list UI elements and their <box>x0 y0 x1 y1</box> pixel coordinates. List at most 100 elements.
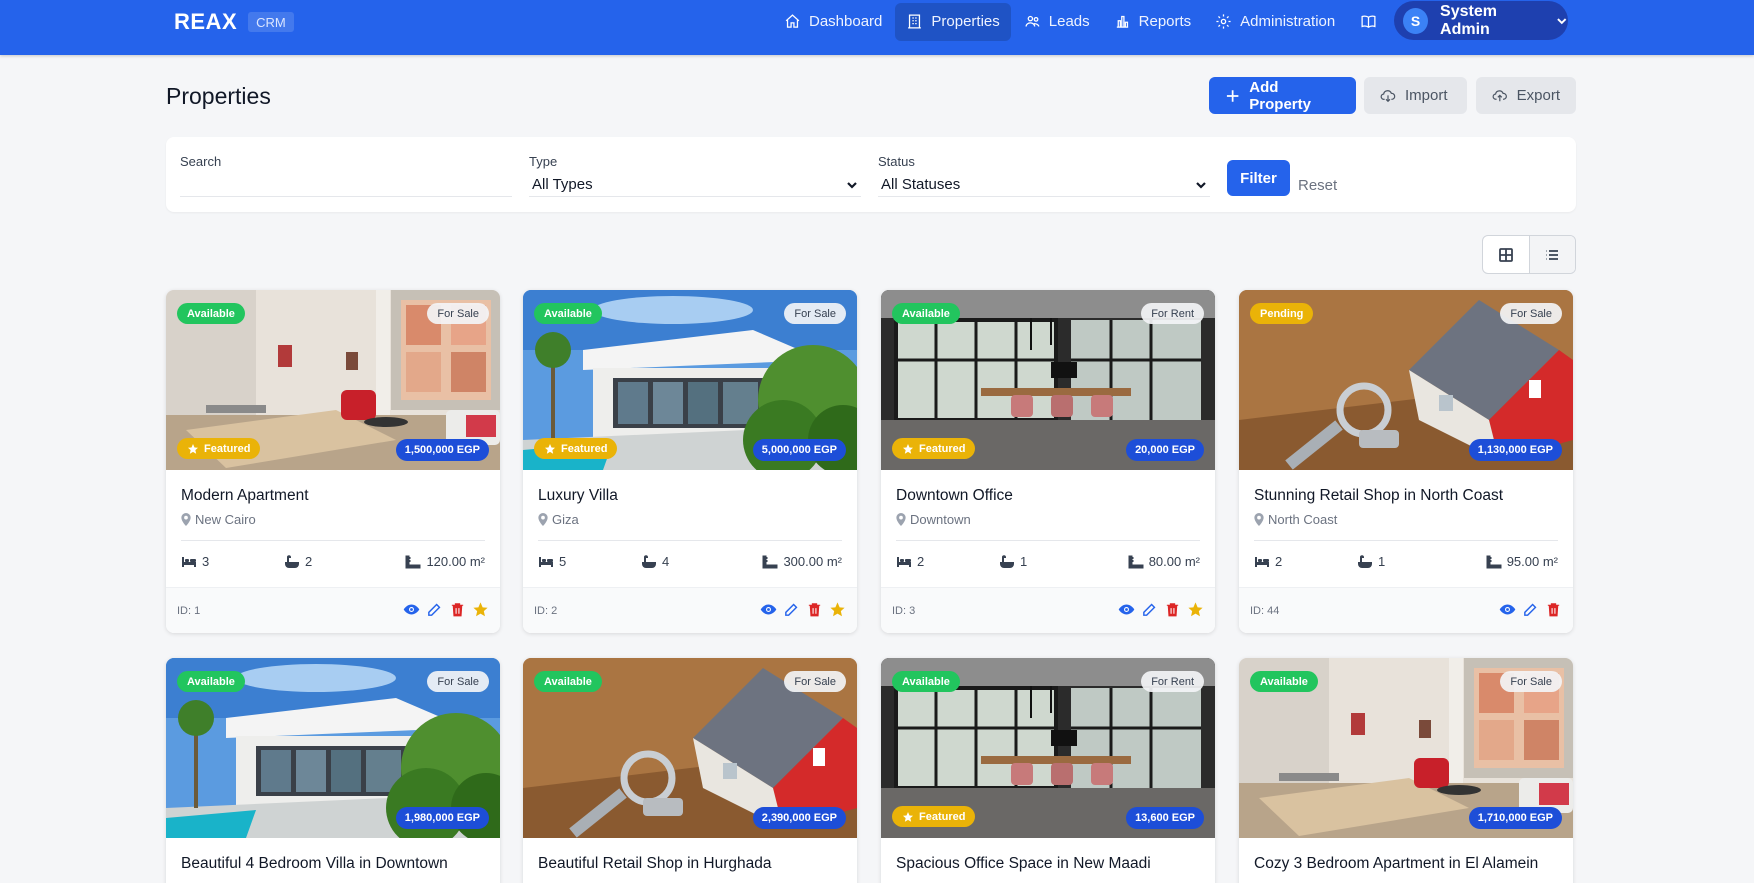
search-input[interactable] <box>180 173 512 197</box>
map-pin-icon <box>896 513 906 526</box>
property-photo[interactable]: Available For Sale 2,390,000 EGP <box>523 658 857 838</box>
ruler-area-icon <box>1128 555 1144 568</box>
view-eye-icon[interactable] <box>403 601 420 618</box>
area-value: 120.00 m² <box>426 554 485 569</box>
property-card[interactable]: Available For Sale 2,390,000 EGP Beautifu… <box>523 658 857 883</box>
bedrooms-count: 2 <box>917 554 925 569</box>
feature-star-icon[interactable] <box>1187 601 1204 618</box>
delete-trash-icon[interactable] <box>806 601 823 618</box>
property-card[interactable]: Available For Sale 1,980,000 EGP Beautifu… <box>166 658 500 883</box>
featured-badge: Featured <box>892 438 976 459</box>
ruler-area-icon <box>762 555 778 568</box>
add-property-button[interactable]: Add Property <box>1209 77 1356 114</box>
view-eye-icon[interactable] <box>1118 601 1135 618</box>
property-photo[interactable]: Available For Sale 1,710,000 EGP <box>1239 658 1573 838</box>
import-button[interactable]: Import <box>1364 77 1467 114</box>
star-icon <box>903 443 913 454</box>
feature-star-icon[interactable] <box>829 601 846 618</box>
area-value: 95.00 m² <box>1506 554 1558 569</box>
delete-trash-icon[interactable] <box>1545 601 1562 618</box>
property-photo[interactable]: Available For Rent Featured 13,600 EGP <box>881 658 1215 838</box>
card-actions <box>754 601 846 618</box>
property-title[interactable]: Spacious Office Space in New Maadi <box>896 855 1151 873</box>
area-stat: 80.00 m² <box>1128 554 1200 569</box>
nav-item-label: Properties <box>931 13 1000 30</box>
edit-icon[interactable] <box>426 601 443 618</box>
brand-name: REAX <box>174 9 238 34</box>
grid-view-button[interactable] <box>1483 236 1529 273</box>
property-photo[interactable]: Available For Sale Featured 1,500,000 EGP <box>166 290 500 470</box>
bathrooms-count: 4 <box>662 554 670 569</box>
divider <box>181 540 485 541</box>
card-footer: ID: 44 <box>1239 587 1573 633</box>
listing-type-badge: For Sale <box>784 303 846 324</box>
property-photo[interactable]: Available For Sale Featured 5,000,000 EGP <box>523 290 857 470</box>
edit-icon[interactable] <box>1522 601 1539 618</box>
bedrooms-stat: 5 <box>538 554 566 569</box>
bath-icon <box>285 554 299 568</box>
filter-button[interactable]: Filter <box>1227 160 1290 196</box>
delete-trash-icon[interactable] <box>1164 601 1181 618</box>
nav-item-reports[interactable]: Reports <box>1103 3 1203 41</box>
property-title[interactable]: Downtown Office <box>896 487 1013 505</box>
list-view-button[interactable] <box>1528 236 1575 273</box>
status-badge: Available <box>1250 671 1318 692</box>
reset-link[interactable]: Reset <box>1298 177 1337 194</box>
grid-icon <box>1499 247 1513 262</box>
bed-icon <box>1255 556 1269 567</box>
property-photo[interactable]: Pending For Sale 1,130,000 EGP <box>1239 290 1573 470</box>
featured-badge: Featured <box>892 806 976 827</box>
book-icon <box>1361 15 1376 28</box>
edit-icon[interactable] <box>1141 601 1158 618</box>
price-badge: 1,130,000 EGP <box>1468 439 1562 461</box>
view-eye-icon[interactable] <box>760 601 777 618</box>
property-title[interactable]: Luxury Villa <box>538 487 618 505</box>
gear-icon <box>1216 14 1231 29</box>
property-card[interactable]: Available For Sale 1,710,000 EGP Cozy 3 B… <box>1239 658 1573 883</box>
type-select[interactable]: All Types <box>529 173 861 197</box>
filter-panel: Search Type All Types Status All Statuse… <box>166 137 1576 212</box>
docs-button[interactable] <box>1350 3 1387 41</box>
edit-icon[interactable] <box>783 601 800 618</box>
status-badge: Available <box>534 671 602 692</box>
status-select-value: All Statuses <box>881 176 961 193</box>
feature-star-icon[interactable] <box>472 601 489 618</box>
home-icon <box>785 14 800 28</box>
nav-item-dashboard[interactable]: Dashboard <box>773 3 893 41</box>
property-location: New Cairo <box>181 512 256 527</box>
property-card[interactable]: Available For Rent Featured 13,600 EGP Spa… <box>881 658 1215 883</box>
view-eye-icon[interactable] <box>1499 601 1516 618</box>
property-title[interactable]: Stunning Retail Shop in North Coast <box>1254 487 1503 505</box>
delete-trash-icon[interactable] <box>449 601 466 618</box>
status-select[interactable]: All Statuses <box>878 173 1210 197</box>
star-icon <box>903 811 913 822</box>
listing-type-badge: For Sale <box>1500 671 1562 692</box>
bedrooms-stat: 2 <box>896 554 924 569</box>
area-value: 80.00 m² <box>1148 554 1200 569</box>
property-photo[interactable]: Available For Sale 1,980,000 EGP <box>166 658 500 838</box>
property-card[interactable]: Available For Sale Featured 5,000,000 EGP … <box>523 290 857 633</box>
bathrooms-count: 1 <box>1020 554 1028 569</box>
nav-item-properties[interactable]: Properties <box>895 2 1011 41</box>
view-toggle <box>1482 235 1576 274</box>
nav-item-administration[interactable]: Administration <box>1204 3 1346 41</box>
nav-item-leads[interactable]: Leads <box>1013 3 1101 41</box>
map-pin-icon <box>181 513 191 526</box>
brand-logo[interactable]: REAX CRM <box>174 9 294 35</box>
top-navbar: REAX CRM Dashboard Properties Leads Repo… <box>0 0 1754 55</box>
property-photo[interactable]: Available For Rent Featured 20,000 EGP <box>881 290 1215 470</box>
map-pin-icon <box>1254 513 1264 526</box>
chevron-down-icon <box>847 181 857 189</box>
property-title[interactable]: Beautiful 4 Bedroom Villa in Downtown <box>181 855 448 873</box>
property-title[interactable]: Beautiful Retail Shop in Hurghada <box>538 855 772 873</box>
property-card[interactable]: Available For Sale Featured 1,500,000 EGP … <box>166 290 500 633</box>
status-badge: Available <box>892 303 960 324</box>
user-menu[interactable]: S System Admin <box>1394 1 1568 40</box>
property-title[interactable]: Modern Apartment <box>181 487 309 505</box>
property-title[interactable]: Cozy 3 Bedroom Apartment in El Alamein <box>1254 855 1538 873</box>
property-card[interactable]: Available For Rent Featured 20,000 EGP Dow… <box>881 290 1215 633</box>
export-button[interactable]: Export <box>1476 77 1576 114</box>
property-location: Giza <box>538 512 579 527</box>
price-badge: 20,000 EGP <box>1126 439 1204 461</box>
property-card[interactable]: Pending For Sale 1,130,000 EGP Stunning R… <box>1239 290 1573 633</box>
